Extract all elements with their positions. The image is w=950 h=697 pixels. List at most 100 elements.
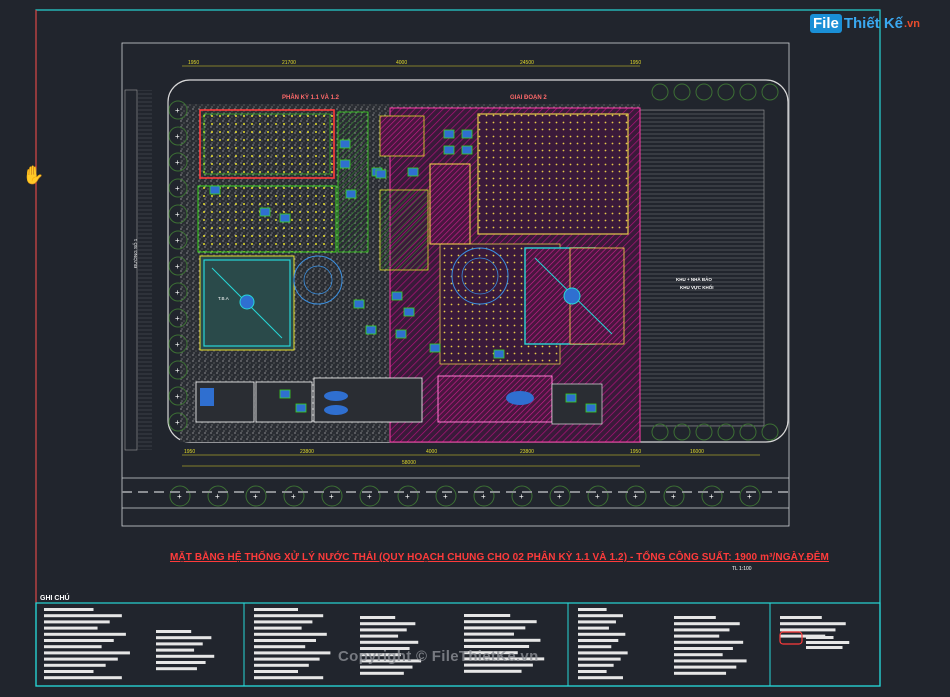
equipment-4 bbox=[339, 139, 351, 149]
tree-left-mark: + bbox=[175, 314, 180, 323]
tree-bottom-mark: + bbox=[253, 492, 258, 501]
note-line bbox=[464, 626, 526, 630]
note-line bbox=[674, 665, 737, 669]
tree-left-mark: + bbox=[175, 366, 180, 375]
equipment-2 bbox=[443, 145, 455, 155]
right-area-label: KHU + NHÀ BẢO bbox=[676, 277, 712, 282]
tree-left-mark: + bbox=[175, 184, 180, 193]
tank-label: T.B.A bbox=[218, 296, 229, 301]
note-line bbox=[578, 645, 612, 649]
note-line bbox=[44, 639, 114, 642]
tree-right-bottom bbox=[651, 423, 669, 441]
note-line bbox=[156, 642, 203, 646]
equipment-17 bbox=[279, 389, 291, 399]
note-line bbox=[360, 628, 407, 632]
tree-right-bottom bbox=[695, 423, 713, 441]
tree-top bbox=[717, 83, 735, 101]
dim-top-4: 1950 bbox=[630, 60, 641, 66]
note-line bbox=[806, 646, 843, 649]
note-line bbox=[806, 636, 834, 639]
logo-tld-text: .vn bbox=[904, 17, 920, 30]
note-line bbox=[578, 657, 621, 661]
note-line bbox=[578, 639, 619, 642]
notes-title: GHI CHÚ bbox=[40, 595, 70, 602]
note-line bbox=[578, 614, 623, 618]
dim-top-2: 4000 bbox=[396, 60, 407, 66]
note-line bbox=[44, 663, 106, 667]
note-line bbox=[578, 663, 614, 667]
tree-bottom-mark: + bbox=[671, 492, 676, 501]
dim-bottom-2: 4000 bbox=[426, 449, 437, 455]
note-line bbox=[674, 659, 747, 663]
note-line bbox=[156, 667, 197, 671]
note-line bbox=[464, 620, 537, 624]
equipment-1 bbox=[461, 129, 473, 139]
note-line bbox=[254, 626, 302, 630]
equipment-8 bbox=[407, 167, 419, 177]
dim-top-3: 24500 bbox=[520, 60, 534, 66]
equipment-0 bbox=[443, 129, 455, 139]
dim-bottom-4: 1950 bbox=[630, 449, 641, 455]
cad-drawing-canvas: 1950 21700 4000 24500 1950 + + + + + + +… bbox=[0, 0, 950, 692]
note-line bbox=[254, 645, 306, 649]
dim-top-1: 21700 bbox=[282, 60, 296, 66]
note-line bbox=[156, 661, 206, 664]
note-line bbox=[156, 648, 195, 652]
equipment-13 bbox=[403, 307, 415, 317]
note-line bbox=[578, 670, 607, 673]
equipment-19 bbox=[565, 393, 577, 403]
tree-bottom-mark: + bbox=[405, 492, 410, 501]
note-line bbox=[360, 616, 396, 619]
equipment-21 bbox=[259, 207, 271, 217]
note-line bbox=[254, 639, 316, 642]
note-line bbox=[254, 670, 298, 673]
hand-cursor-icon: ✋ bbox=[22, 165, 45, 185]
dim-top-0: 1950 bbox=[188, 60, 199, 66]
drawing-title: MẶT BẰNG HỆ THỐNG XỬ LÝ NƯỚC THẢI (QUY H… bbox=[170, 552, 829, 563]
note-line bbox=[780, 622, 846, 626]
note-line bbox=[464, 632, 514, 636]
tree-right-bottom bbox=[761, 423, 779, 441]
tree-left-mark: + bbox=[175, 392, 180, 401]
note-line bbox=[254, 632, 327, 636]
equipment-5 bbox=[339, 159, 351, 169]
note-line bbox=[254, 608, 298, 611]
note-line bbox=[44, 620, 110, 624]
equipment-23 bbox=[209, 185, 221, 195]
note-line bbox=[674, 640, 744, 644]
tree-bottom-mark: + bbox=[443, 492, 448, 501]
note-line bbox=[578, 651, 628, 655]
drawing-scale: TL 1:100 bbox=[732, 566, 752, 572]
note-line bbox=[578, 608, 607, 611]
tree-top bbox=[739, 83, 757, 101]
dim-total: 58000 bbox=[402, 460, 416, 466]
copyright-watermark: Copyright © FileThietKe.vn bbox=[338, 648, 539, 665]
note-line bbox=[578, 620, 616, 624]
equipment-20 bbox=[585, 403, 597, 413]
note-line bbox=[674, 634, 720, 638]
tree-top bbox=[761, 83, 779, 101]
right-area-sublabel: KHU VỰC KHỐI bbox=[680, 285, 714, 290]
equipment-7 bbox=[375, 169, 387, 179]
logo-thietke-text: Thiết Kế bbox=[843, 15, 904, 32]
tree-bottom-mark: + bbox=[367, 492, 372, 501]
equipment-16 bbox=[493, 349, 505, 359]
note-line bbox=[464, 669, 522, 673]
equipment-12 bbox=[391, 291, 403, 301]
note-line bbox=[254, 614, 324, 618]
note-line bbox=[674, 628, 730, 632]
note-line bbox=[44, 632, 126, 636]
dim-bottom-0: 1950 bbox=[184, 449, 195, 455]
note-line bbox=[806, 641, 850, 644]
equipment-18 bbox=[295, 403, 307, 413]
note-line bbox=[360, 622, 416, 626]
note-line bbox=[674, 671, 727, 675]
tree-bottom-mark: + bbox=[481, 492, 486, 501]
dim-bottom-1: 23800 bbox=[300, 449, 314, 455]
tree-bottom-mark: + bbox=[633, 492, 638, 501]
site-plan-drawing: 1950 21700 4000 24500 1950 +++++++++++++… bbox=[35, 9, 881, 687]
tree-bottom-mark: + bbox=[557, 492, 562, 501]
note-line bbox=[44, 608, 94, 611]
note-line bbox=[44, 670, 94, 673]
tree-bottom-mark: + bbox=[519, 492, 524, 501]
